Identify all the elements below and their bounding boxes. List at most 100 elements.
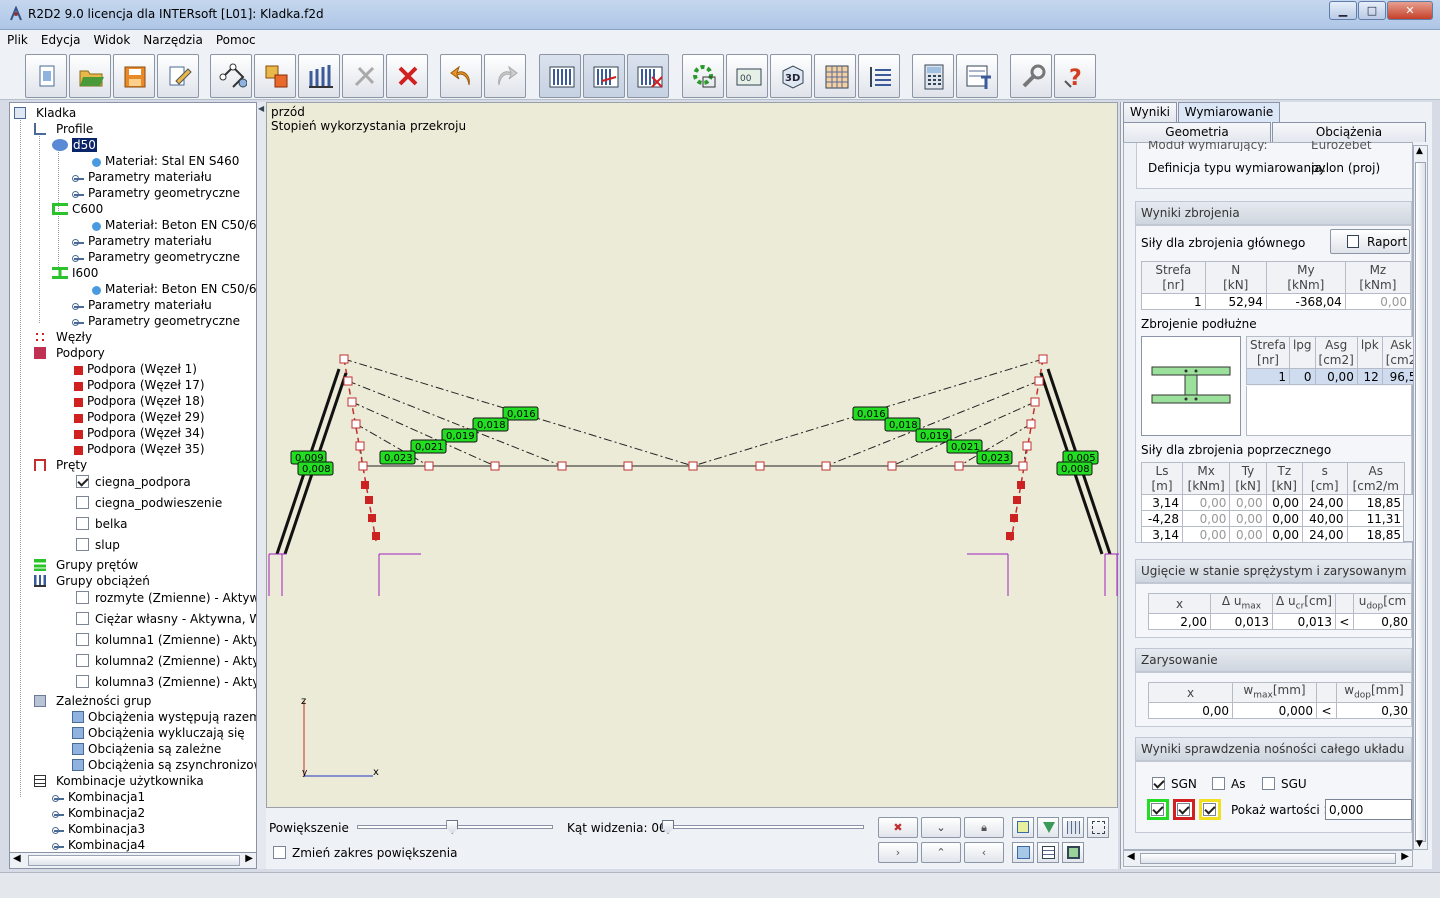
pylon-node[interactable] — [1038, 354, 1048, 364]
tree-podpory[interactable]: Podpory — [34, 345, 105, 361]
pylon-node[interactable] — [351, 419, 361, 429]
tab-geometria[interactable]: Geometria — [1123, 122, 1271, 142]
deck-node[interactable] — [755, 461, 765, 471]
tree-d50[interactable]: d50 — [52, 137, 97, 153]
tree-zaleznosci[interactable]: Zależności grup — [34, 693, 151, 709]
tree-kombinacje[interactable]: Kombinacje użytkownika — [34, 773, 204, 789]
pylon-node-filled[interactable] — [1013, 496, 1021, 504]
report-button[interactable] — [956, 54, 998, 98]
pylon-node[interactable] — [1034, 376, 1044, 386]
load-item[interactable]: Ciężar własny - Aktywna, Wido — [76, 611, 256, 627]
tree-grupy-pretow[interactable]: Grupy prętów — [34, 557, 138, 573]
bar-item[interactable]: ciegna_podwieszenie — [76, 495, 222, 511]
close-button[interactable]: ✕ — [1387, 1, 1433, 20]
pylon-node-filled[interactable] — [365, 496, 373, 504]
deck-node[interactable] — [1018, 461, 1028, 471]
support-item[interactable]: Podpora (Węzeł 29) — [74, 409, 205, 425]
tree-pm-c600[interactable]: Parametry materiału — [72, 233, 212, 249]
threshold-input[interactable]: 0,000 — [1325, 799, 1412, 820]
bar-item[interactable]: slup — [76, 537, 120, 553]
tools-disabled-button[interactable] — [342, 54, 384, 98]
support-item[interactable]: Podpora (Węzeł 1) — [74, 361, 197, 377]
section-header-ugiecie[interactable]: Ugięcie w stanie sprężystym i zarysowany… — [1135, 559, 1412, 583]
help-button[interactable]: ? — [1054, 54, 1096, 98]
tab-wyniki[interactable]: Wyniki — [1123, 102, 1177, 122]
deck-node[interactable] — [821, 461, 831, 471]
redo-button[interactable] — [484, 54, 526, 98]
add-node-button[interactable] — [210, 54, 252, 98]
deck-node[interactable] — [623, 461, 633, 471]
angle-slider[interactable] — [661, 820, 864, 834]
deck-node[interactable] — [490, 461, 500, 471]
deck-node[interactable] — [358, 461, 368, 471]
bar-item[interactable]: belka — [76, 516, 127, 532]
section-header-wyniki-sprawdzenia[interactable]: Wyniki sprawdzenia nośności całego układ… — [1135, 737, 1412, 761]
bar-checkbox[interactable] — [76, 517, 89, 530]
tree-pg-i600[interactable]: Parametry geometryczne — [72, 313, 240, 329]
pylon-node[interactable] — [1026, 419, 1036, 429]
grid-edit-button[interactable] — [583, 54, 625, 98]
komb-item[interactable]: Kombinacja4 — [52, 837, 145, 853]
tree-prety[interactable]: Pręty — [34, 457, 87, 473]
load-item[interactable]: kolumna3 (Zmienne) - Aktywn — [76, 674, 256, 690]
tree-mat-i600[interactable]: Materiał: Beton EN C50/60 — [92, 281, 256, 297]
edit-document-button[interactable] — [157, 54, 199, 98]
pylon-node-filled[interactable] — [361, 481, 369, 489]
panel-splitter[interactable]: ◀ — [257, 102, 266, 869]
undo-button[interactable] — [440, 54, 482, 98]
calculator-button[interactable] — [912, 54, 954, 98]
pylon-node[interactable] — [355, 441, 365, 451]
tree-pm-d50[interactable]: Parametry materiału — [72, 169, 212, 185]
zoom-slider[interactable] — [357, 820, 553, 834]
menu-widok[interactable]: Widok — [86, 30, 136, 47]
menu-narzedzia[interactable]: Narzędzia — [136, 30, 209, 47]
menu-edycja[interactable]: Edycja — [34, 30, 87, 47]
tree-pg-d50[interactable]: Parametry geometryczne — [72, 185, 240, 201]
tree-pm-i600[interactable]: Parametry materiału — [72, 297, 212, 313]
tree-wezly[interactable]: Węzły — [34, 329, 92, 345]
mesh-button[interactable] — [814, 54, 856, 98]
bar-checkbox[interactable] — [76, 475, 89, 488]
deck-node[interactable] — [424, 461, 434, 471]
filter-button[interactable] — [1037, 817, 1059, 838]
zoom-window-button[interactable] — [1062, 842, 1084, 863]
pylon-node-filled[interactable] — [372, 532, 380, 540]
load-checkbox[interactable] — [76, 591, 89, 604]
bar-checkbox[interactable] — [76, 496, 89, 509]
pylon-node[interactable] — [343, 376, 353, 386]
grid-toggle-button[interactable] — [1062, 817, 1084, 838]
raport-button[interactable]: Raport — [1330, 229, 1410, 254]
deck-node[interactable] — [954, 461, 964, 471]
fit-view-button[interactable] — [1087, 817, 1109, 838]
maximize-button[interactable]: □ — [1358, 1, 1386, 20]
new-document-button[interactable] — [25, 54, 67, 98]
pylon-node-filled[interactable] — [1017, 481, 1025, 489]
load-checkbox[interactable] — [76, 654, 89, 667]
tree-root[interactable]: Kladka — [14, 105, 76, 121]
menu-pomoc[interactable]: Pomoc — [209, 30, 262, 47]
calculate-button[interactable] — [682, 54, 724, 98]
pylon-node[interactable] — [347, 397, 357, 407]
collapse-down-button[interactable]: ⌄ — [921, 817, 961, 838]
dep-item[interactable]: Obciążenia występują razem — [72, 709, 256, 725]
pan-left-button[interactable]: ‹ — [964, 842, 1004, 863]
copy-elements-button[interactable] — [254, 54, 296, 98]
deck-node[interactable] — [557, 461, 567, 471]
list-button[interactable] — [858, 54, 900, 98]
pylon-node[interactable] — [1022, 441, 1032, 451]
sgn-checkbox[interactable]: SGN — [1152, 777, 1197, 791]
table-row[interactable]: 1 0 0,00 12 96,5 — [1246, 368, 1421, 385]
results-vertical-scrollbar[interactable]: ▲ ▼ — [1413, 145, 1428, 850]
zoom-range-checkbox[interactable]: Zmień zakres powiększenia — [273, 846, 457, 860]
load-item[interactable]: kolumna1 (Zmienne) - Aktywn — [76, 632, 256, 648]
3d-view-button[interactable]: 3D — [770, 54, 812, 98]
lock-button[interactable]: 🔒︎ — [964, 817, 1004, 838]
bar-item[interactable]: ciegna_podpora — [76, 474, 191, 490]
load-item[interactable]: kolumna2 (Zmienne) - Aktywn — [76, 653, 256, 669]
tree-pg-c600[interactable]: Parametry geometryczne — [72, 249, 240, 265]
load-item[interactable]: rozmyte (Zmienne) - Aktywna, — [76, 590, 256, 606]
tree-c600[interactable]: C600 — [52, 201, 103, 217]
tree-horizontal-scrollbar[interactable]: ◀ ▶ — [9, 852, 257, 869]
support-item[interactable]: Podpora (Węzeł 34) — [74, 425, 205, 441]
green-filter-checkbox[interactable] — [1147, 799, 1169, 820]
